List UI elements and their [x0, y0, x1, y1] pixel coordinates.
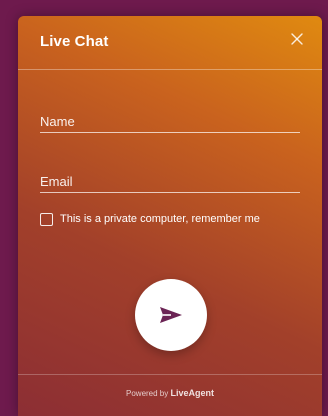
chat-title: Live Chat — [40, 33, 109, 50]
powered-by-text: Powered by — [126, 389, 169, 398]
chat-footer: Powered by LiveAgent — [18, 374, 322, 416]
remember-me-checkbox[interactable] — [40, 212, 53, 226]
send-icon — [160, 307, 182, 323]
remember-me-label: This is a private computer, remember me — [60, 213, 260, 225]
brand-link[interactable]: LiveAgent — [170, 388, 214, 398]
name-input[interactable] — [40, 112, 300, 130]
close-icon — [291, 33, 303, 45]
chat-header: Live Chat — [18, 16, 322, 70]
live-chat-widget: Live Chat This is a private computer, re… — [18, 16, 322, 416]
powered-by: Powered by LiveAgent — [18, 388, 322, 398]
close-button[interactable] — [290, 32, 304, 46]
send-button[interactable] — [135, 279, 207, 351]
email-input[interactable] — [40, 172, 300, 190]
email-field — [40, 172, 300, 193]
name-field — [40, 112, 300, 133]
remember-me-row: This is a private computer, remember me — [40, 211, 260, 227]
